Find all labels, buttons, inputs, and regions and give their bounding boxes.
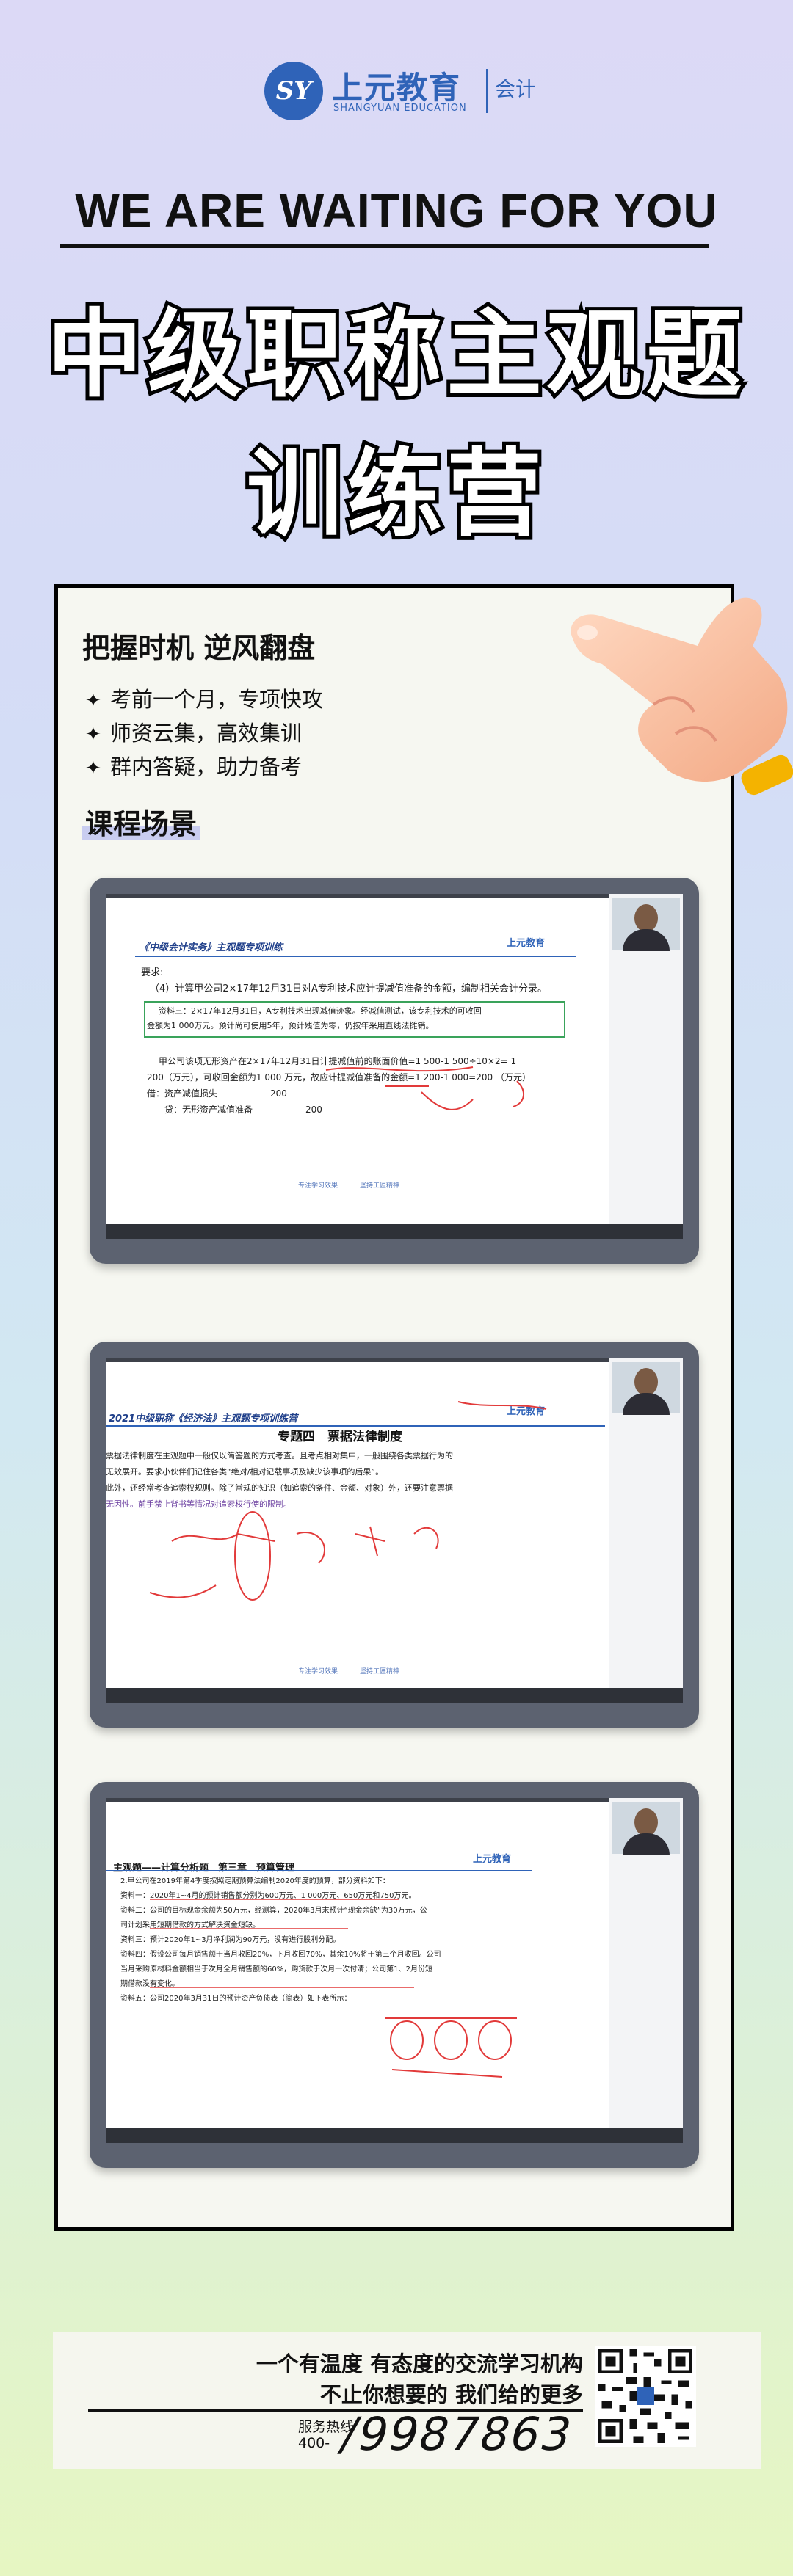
video-sidebar — [609, 1798, 683, 2143]
sparkle-icon: ✦ — [85, 724, 101, 746]
bullet-item: ✦ 师资云集，高效集训 — [85, 721, 303, 746]
course-screenshot-1: 《中级会计实务》主观题专项训练 上元教育 要求: （4）计算甲公司2×17年12… — [90, 878, 699, 1264]
screen: 《中级会计实务》主观题专项训练 上元教育 要求: （4）计算甲公司2×17年12… — [106, 894, 683, 1239]
handwriting-annotation — [149, 1401, 547, 1601]
slogan-line-2: 不止你想要的 我们给的更多 — [319, 2382, 583, 2407]
slogan-line-1: 一个有温度 有态度的交流学习机构 — [256, 2351, 583, 2376]
hotline-number[interactable]: /9987863 — [336, 2407, 579, 2461]
player-controls[interactable] — [106, 1688, 683, 1703]
sparkle-icon: ✦ — [85, 690, 101, 712]
screen: 2021中级职称《经济法》主观题专项训练营 上元教育 专题四 票据法律制度 票据… — [106, 1358, 683, 1703]
handwriting-annotation — [150, 1899, 517, 2078]
player-controls[interactable] — [106, 2128, 683, 2143]
brand-name-cn: 上元教育 — [332, 70, 462, 106]
brand-name-en: SHANGYUAN EDUCATION — [333, 103, 467, 114]
pointing-hand-icon — [571, 597, 793, 796]
headline-line-2: 训练营 — [243, 434, 546, 553]
section-title-timing: 把握时机 逆风翻盘 — [82, 632, 316, 664]
screen: 主观题——计算分析题 第三章 预算管理 上元教育 2.甲公司在2019年第4季度… — [106, 1798, 683, 2143]
video-sidebar — [609, 1358, 683, 1703]
handwriting-annotation — [325, 1066, 524, 1110]
tagline: WE ARE WAITING FOR YOU — [75, 184, 718, 237]
brand-logo: SY 上元教育 SHANGYUAN EDUCATION 会计 — [264, 59, 543, 125]
bullet-item: ✦ 考前一个月，专项快攻 — [85, 687, 324, 712]
course-screenshot-3: 主观题——计算分析题 第三章 预算管理 上元教育 2.甲公司在2019年第4季度… — [90, 1782, 699, 2168]
video-sidebar — [609, 894, 683, 1239]
hotline-prefix: 400- — [298, 2435, 330, 2451]
brand-division: 会计 — [495, 77, 537, 101]
logo-mark-icon: SY — [264, 62, 323, 120]
player-controls[interactable] — [106, 1224, 683, 1239]
tagline-underline — [60, 244, 709, 248]
sparkle-icon: ✦ — [85, 757, 101, 779]
bullet-item: ✦ 群内答疑，助力备考 — [85, 754, 303, 779]
qr-code-icon[interactable] — [595, 2346, 696, 2447]
section-title-scenes: 课程场景 — [82, 801, 200, 842]
logo-divider — [486, 69, 488, 113]
instructor-video — [612, 898, 680, 951]
headline-line-1: 中级职称主观题 — [43, 295, 746, 414]
instructor-video — [612, 1362, 680, 1415]
instructor-video — [612, 1802, 680, 1855]
course-screenshot-2: 2021中级职称《经济法》主观题专项训练营 上元教育 专题四 票据法律制度 票据… — [90, 1342, 699, 1728]
